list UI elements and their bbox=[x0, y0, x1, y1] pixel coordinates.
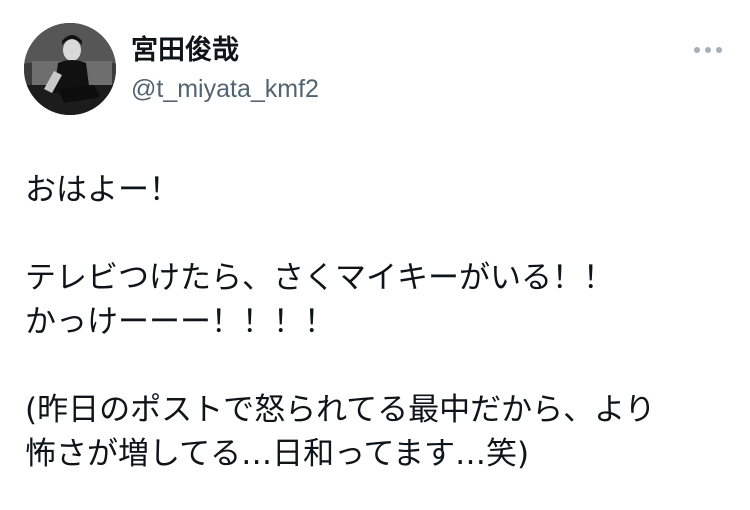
tweet-line: (昨日のポストで怒られてる最中だから、より bbox=[25, 392, 656, 428]
tweet-line: 怖さが増してる…日和ってます…笑) bbox=[25, 436, 530, 472]
tweet-text: おはよー！ テレビつけたら、さくマイキーがいる！！ かっけーーー！！！！ (昨日… bbox=[25, 168, 735, 476]
tweet-line: かっけーーー！！！！ bbox=[25, 304, 335, 340]
tweet: 宮田俊哉 @t_miyata_kmf2 おはよー！ テレビつけたら、さくマイキー… bbox=[0, 0, 750, 510]
display-name[interactable]: 宮田俊哉 bbox=[131, 35, 239, 67]
profile-photo-icon bbox=[24, 23, 116, 115]
avatar[interactable] bbox=[24, 23, 116, 115]
tweet-line: おはよー！ bbox=[25, 172, 180, 208]
more-horizontal-icon bbox=[694, 47, 722, 53]
tweet-line: テレビつけたら、さくマイキーがいる！！ bbox=[25, 260, 614, 296]
more-options-button[interactable] bbox=[688, 36, 728, 64]
user-handle[interactable]: @t_miyata_kmf2 bbox=[131, 74, 319, 104]
